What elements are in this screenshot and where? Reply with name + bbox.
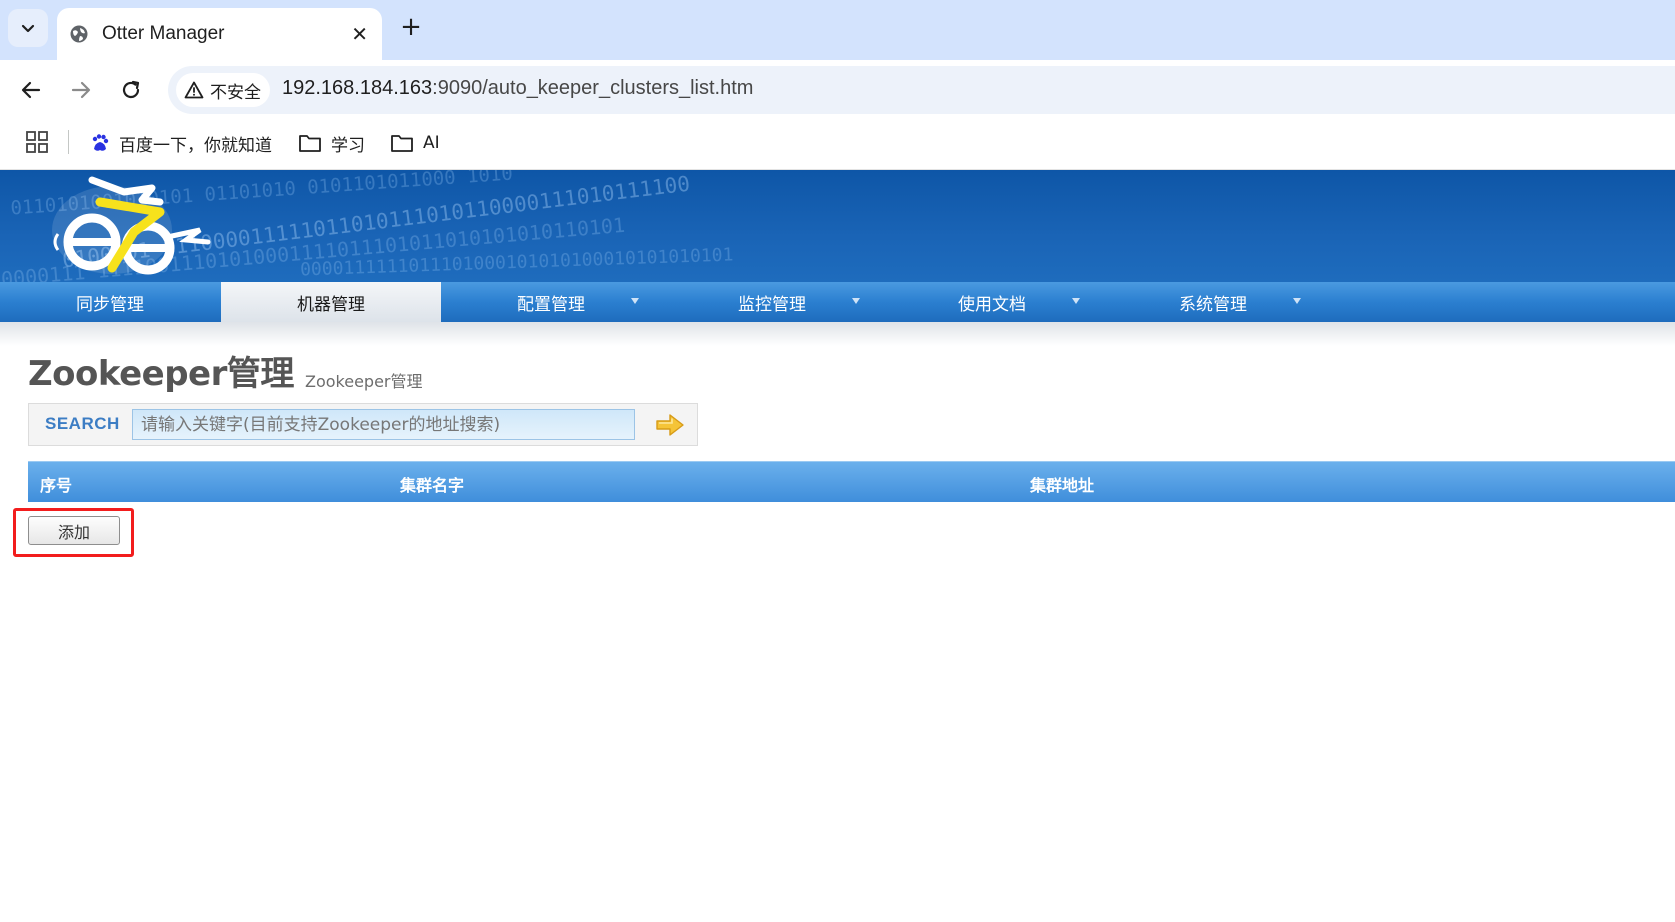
nav-sync-management[interactable]: 同步管理	[0, 282, 220, 322]
nav-system-management[interactable]: 系统管理	[1103, 282, 1323, 322]
bookmarks-bar: 百度一下，你就知道 学习 AI	[0, 120, 1675, 170]
close-tab-icon[interactable]: ✕	[351, 22, 368, 46]
apps-grid-icon[interactable]	[26, 131, 48, 153]
add-button[interactable]: 添加	[28, 516, 120, 545]
bookmarks-separator	[68, 130, 69, 154]
nav-label: 配置管理	[517, 294, 585, 315]
search-label: SEARCH	[45, 414, 120, 433]
browser-tab[interactable]: Otter Manager ✕	[57, 8, 382, 60]
reload-button[interactable]	[115, 74, 147, 106]
folder-icon	[299, 135, 321, 152]
globe-icon	[70, 25, 88, 43]
tab-title: Otter Manager	[102, 23, 225, 44]
caret-down-icon	[852, 298, 860, 304]
nav-shadow-bar	[0, 322, 1675, 346]
bookmark-folder-study[interactable]: 学习	[298, 129, 365, 157]
table-header: 序号 集群名字 集群地址	[28, 461, 1675, 502]
bookmark-label: 学习	[331, 135, 365, 156]
nav-label: 同步管理	[76, 294, 144, 315]
caret-down-icon	[631, 298, 639, 304]
folder-icon	[391, 135, 413, 152]
page-subtitle: Zookeeper管理	[305, 372, 423, 391]
url-path: :9090/auto_keeper_clusters_list.htm	[432, 77, 754, 99]
browser-tab-strip: Otter Manager ✕ +	[0, 0, 1675, 60]
browser-toolbar: 不安全 192.168.184.163:9090/auto_keeper_clu…	[0, 60, 1675, 120]
nav-machine-management[interactable]: 机器管理	[221, 282, 441, 322]
nav-monitor-management[interactable]: 监控管理	[662, 282, 882, 322]
security-label: 不安全	[210, 82, 261, 102]
search-panel: SEARCH	[28, 403, 698, 446]
arrow-right-icon[interactable]	[655, 412, 685, 438]
nav-usage-docs[interactable]: 使用文档	[882, 282, 1102, 322]
otter-logo	[52, 176, 211, 275]
chevron-down-icon	[21, 24, 35, 33]
tab-search-button[interactable]	[8, 9, 48, 47]
nav-label: 系统管理	[1179, 294, 1247, 315]
column-header-cluster-name: 集群名字	[400, 476, 465, 495]
main-nav: 同步管理 机器管理 配置管理 监控管理 使用文档 系统管理	[0, 282, 1675, 322]
arrow-right-icon	[71, 81, 91, 99]
bookmark-folder-ai[interactable]: AI	[390, 129, 440, 157]
bookmark-label: 百度一下，你就知道	[119, 135, 272, 156]
back-button[interactable]	[15, 74, 47, 106]
column-header-index: 序号	[40, 476, 73, 495]
address-bar[interactable]: 不安全 192.168.184.163:9090/auto_keeper_clu…	[168, 66, 1675, 114]
site-banner: 0110101001010101 01101010 0101101011000 …	[0, 170, 1675, 282]
page-title: Zookeeper管理	[28, 354, 294, 394]
reload-icon	[122, 80, 140, 99]
nav-label: 使用文档	[958, 294, 1026, 315]
url-text[interactable]: 192.168.184.163:9090/auto_keeper_cluster…	[282, 77, 753, 100]
forward-button[interactable]	[65, 74, 97, 106]
new-tab-button[interactable]: +	[396, 12, 426, 42]
bookmark-baidu[interactable]: 百度一下，你就知道	[90, 129, 272, 157]
nav-config-management[interactable]: 配置管理	[441, 282, 661, 322]
url-host: 192.168.184.163	[282, 77, 433, 99]
nav-label: 监控管理	[738, 294, 806, 315]
column-header-cluster-address: 集群地址	[1030, 476, 1095, 495]
bookmark-label: AI	[423, 133, 440, 153]
caret-down-icon	[1072, 298, 1080, 304]
baidu-icon	[92, 134, 109, 151]
warning-icon	[184, 81, 204, 99]
search-input[interactable]	[132, 409, 635, 440]
caret-down-icon	[1293, 298, 1301, 304]
arrow-left-icon	[21, 81, 41, 99]
site-info-chip[interactable]: 不安全	[176, 73, 270, 107]
nav-label: 机器管理	[297, 294, 365, 315]
